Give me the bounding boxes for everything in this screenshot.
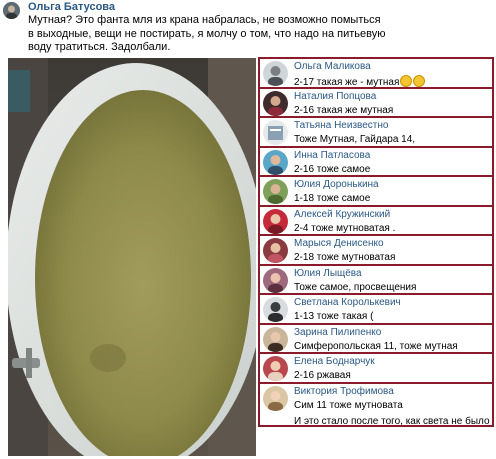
comment: Татьяна Неизвестно Тоже Мутная, Гайдара … — [260, 118, 492, 148]
post-author-name[interactable]: Ольга Батусова — [28, 0, 115, 14]
comment: Виктория Трофимова Сим 11 тоже мутновата… — [260, 384, 492, 425]
confused-face-icon — [400, 75, 413, 87]
comment-text: 1-13 тоже такая ( — [294, 311, 374, 323]
commenter-name[interactable]: Зарина Пилипенко — [294, 327, 381, 339]
commenter-avatar[interactable] — [263, 326, 288, 352]
comment-text: 2-18 тоже мутноватая — [294, 252, 396, 264]
comment-text: Симферопольская 11, тоже мутная — [294, 340, 458, 352]
commenter-avatar[interactable] — [263, 208, 288, 234]
comment: Ольга Маликова 2-17 такая же - мутная — [260, 59, 492, 89]
comments-panel: Ольга Маликова 2-17 такая же - мутная На… — [258, 57, 494, 427]
comment: Наталия Попцова 2-16 такая же мутная — [260, 89, 492, 119]
comment: Светлана Королькевич 1-13 тоже такая ( — [260, 295, 492, 325]
comment-text: Сим 11 тоже мутновата — [294, 399, 403, 411]
comment: Марыся Денисенко 2-18 тоже мутноватая — [260, 236, 492, 266]
post-author-avatar[interactable] — [3, 2, 20, 19]
comment: Елена Боднарчук 2-16 ржавая — [260, 354, 492, 384]
commenter-name[interactable]: Наталия Попцова — [294, 91, 376, 103]
astonished-face-icon — [413, 75, 426, 87]
comment-text: 2-16 тоже самое — [294, 163, 371, 175]
commenter-name[interactable]: Виктория Трофимова — [294, 386, 394, 398]
commenter-name[interactable]: Инна Патласова — [294, 150, 370, 162]
comment-text: 2-17 такая же - мутная — [294, 75, 426, 88]
comment: Алексей Кружинский 2-4 тоже мутноватая . — [260, 207, 492, 237]
comment: Зарина Пилипенко Симферопольская 11, тож… — [260, 325, 492, 355]
comment: Инна Патласова 2-16 тоже самое — [260, 148, 492, 178]
comment-text: 2-16 ржавая — [294, 370, 351, 382]
commenter-avatar[interactable] — [263, 149, 288, 175]
commenter-name[interactable]: Елена Боднарчук — [294, 356, 375, 368]
commenter-avatar[interactable] — [263, 61, 288, 86]
commenter-name[interactable]: Юлия Доронькина — [294, 179, 379, 191]
commenter-name[interactable]: Светлана Королькевич — [294, 297, 401, 309]
commenter-avatar[interactable] — [263, 238, 288, 264]
commenter-name[interactable]: Татьяна Неизвестно — [294, 120, 388, 132]
commenter-avatar[interactable] — [263, 179, 288, 205]
comment-text-line2: И это стало после того, как света не был… — [294, 415, 490, 425]
commenter-avatar[interactable] — [263, 120, 288, 146]
commenter-avatar[interactable] — [263, 356, 288, 382]
commenter-avatar[interactable] — [263, 90, 288, 116]
comment-text-value: 2-17 такая же - мутная — [294, 77, 400, 88]
comment-text: 1-18 тоже самое — [294, 193, 371, 205]
commenter-name[interactable]: Алексей Кружинский — [294, 209, 390, 221]
commenter-avatar[interactable] — [263, 385, 288, 411]
comment-text: Тоже самое, просвещения — [294, 281, 417, 293]
comment: Юлия Доронькина 1-18 тоже самое — [260, 177, 492, 207]
commenter-name[interactable]: Ольга Маликова — [294, 61, 371, 73]
comment-text: 2-4 тоже мутноватая . — [294, 222, 396, 234]
commenter-avatar[interactable] — [263, 267, 288, 293]
commenter-name[interactable]: Юлия Лыщёва — [294, 268, 362, 280]
comment: Юлия Лыщёва Тоже самое, просвещения — [260, 266, 492, 296]
comment-text: 2-16 такая же мутная — [294, 104, 394, 116]
post-text: Мутная? Это фанта мля из крана набралась… — [28, 14, 386, 53]
comment-text: Тоже Мутная, Гайдара 14, — [294, 134, 416, 146]
commenter-name[interactable]: Марыся Денисенко — [294, 238, 384, 250]
bathtub-photo[interactable] — [8, 58, 256, 456]
commenter-avatar[interactable] — [263, 297, 288, 323]
